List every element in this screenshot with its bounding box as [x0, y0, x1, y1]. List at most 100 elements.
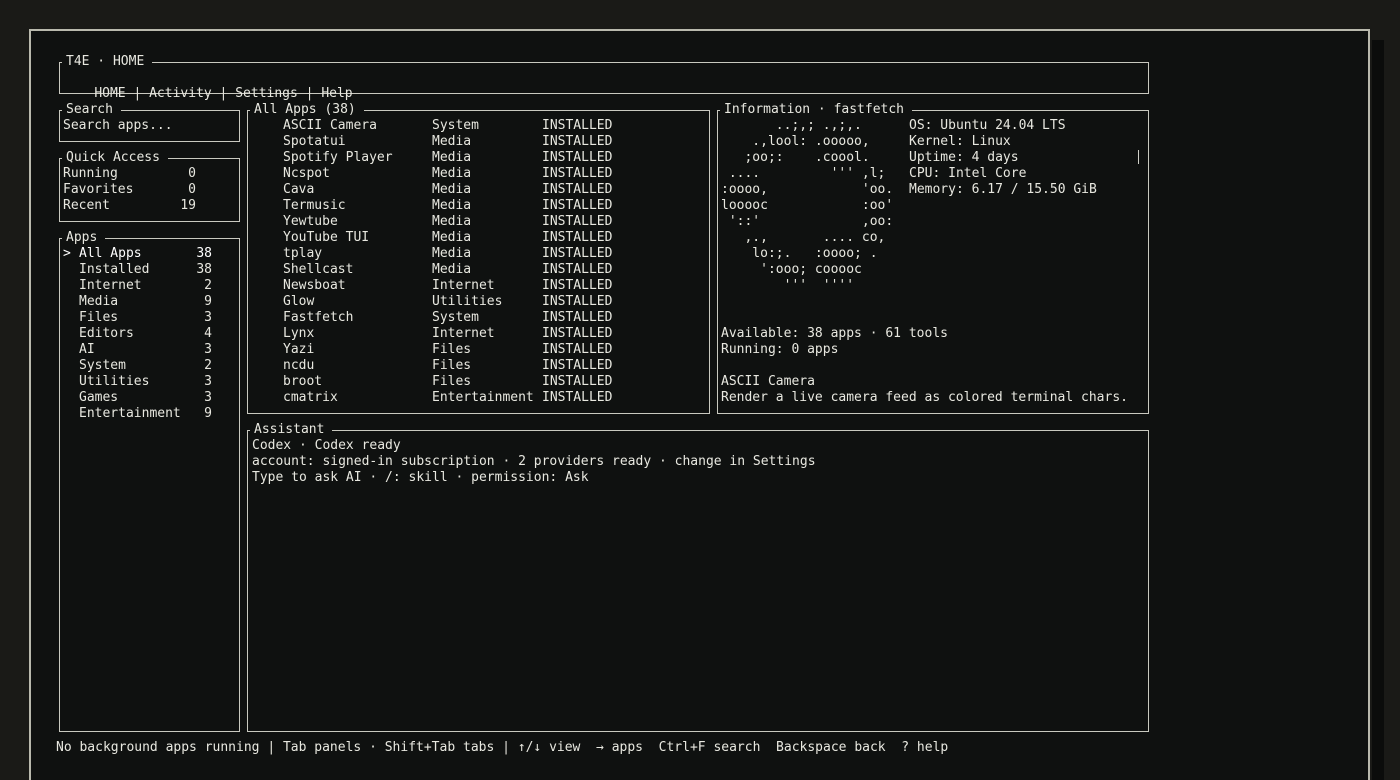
selected-app-description: Render a live camera feed as colored ter…: [721, 390, 1128, 405]
logo-line: ''' '''': [721, 278, 855, 293]
quick-access-running[interactable]: Running 0: [63, 166, 236, 182]
app-name: Cava: [283, 182, 315, 197]
app-name: Termusic: [283, 198, 346, 213]
app-status: INSTALLED: [542, 214, 613, 229]
app-status: INSTALLED: [542, 118, 613, 133]
app-status: INSTALLED: [542, 262, 613, 277]
logo-line: ,., .... co,: [721, 230, 886, 245]
app-row[interactable]: Shellcast Media INSTALLED: [251, 262, 706, 278]
item-label: Running: [63, 166, 118, 181]
tab-help[interactable]: Help: [321, 86, 352, 101]
search-input[interactable]: Search apps...: [63, 118, 173, 134]
sidebar-item-media[interactable]: Media 9: [63, 294, 236, 310]
app-row[interactable]: Spotify Player Media INSTALLED: [251, 150, 706, 166]
sidebar-item-count: 9: [204, 294, 212, 309]
app-category: Media: [432, 214, 472, 229]
app-status: INSTALLED: [542, 230, 613, 245]
app-category: Internet: [432, 278, 495, 293]
sysinfo-line: Memory: 6.17 / 15.50 GiB: [909, 182, 1097, 197]
sidebar-item-count: 3: [204, 390, 212, 405]
assistant-panel[interactable]: Assistant Codex · Codex ready account: s…: [247, 422, 1149, 732]
selection-marker: >: [63, 246, 71, 261]
sidebar-item-internet[interactable]: Internet 2: [63, 278, 236, 294]
sidebar-item-count: 2: [204, 278, 212, 293]
app-row[interactable]: Yazi Files INSTALLED: [251, 342, 706, 358]
app-row[interactable]: Termusic Media INSTALLED: [251, 198, 706, 214]
sidebar-item-label: Installed: [79, 262, 150, 277]
sidebar-item-ai[interactable]: AI 3: [63, 342, 236, 358]
app-row[interactable]: Spotatui Media INSTALLED: [251, 134, 706, 150]
logo-line: ;oo;: .coool.: [721, 150, 870, 165]
assistant-status: Codex · Codex ready: [252, 438, 401, 453]
app-name: Newsboat: [283, 278, 346, 293]
app-name: broot: [283, 374, 323, 389]
sidebar-item-games[interactable]: Games 3: [63, 390, 236, 406]
sidebar-item-label: Editors: [79, 326, 134, 341]
app-status: INSTALLED: [542, 150, 613, 165]
sidebar-item-count: 3: [204, 374, 212, 389]
sidebar-item-files[interactable]: Files 3: [63, 310, 236, 326]
sidebar-item-count: 38: [196, 262, 212, 277]
app-category: Media: [432, 166, 472, 181]
app-name: ASCII Camera: [283, 118, 377, 133]
app-name: Yazi: [283, 342, 315, 357]
sidebar-item-entertainment[interactable]: Entertainment 9: [63, 406, 236, 422]
app-row[interactable]: cmatrix Entertainment INSTALLED: [251, 390, 706, 406]
app-row[interactable]: ncdu Files INSTALLED: [251, 358, 706, 374]
app-category: Entertainment: [432, 390, 534, 405]
header-panel: T4E · HOME HOME | Activity | Settings | …: [59, 54, 1149, 101]
tab-activity[interactable]: Activity: [149, 86, 212, 101]
app-name: Lynx: [283, 326, 315, 341]
tab-settings[interactable]: Settings: [235, 86, 298, 101]
window-scrollbar[interactable]: [1372, 40, 1384, 780]
sidebar-item-system[interactable]: System 2: [63, 358, 236, 374]
app-name: Fastfetch: [283, 310, 354, 325]
selected-app-name: ASCII Camera: [721, 374, 815, 389]
app-status: INSTALLED: [542, 326, 613, 341]
quick-access-favorites[interactable]: Favorites 0: [63, 182, 236, 198]
app-category: Media: [432, 262, 472, 277]
sidebar-item-installed[interactable]: Installed 38: [63, 262, 236, 278]
app-name: Spotatui: [283, 134, 346, 149]
app-status: INSTALLED: [542, 390, 613, 405]
sysinfo-line: Kernel: Linux: [909, 134, 1011, 149]
app-category: Media: [432, 150, 472, 165]
sidebar-item-editors[interactable]: Editors 4: [63, 326, 236, 342]
running-summary: Running: 0 apps: [721, 342, 839, 357]
app-row[interactable]: ASCII Camera System INSTALLED: [251, 118, 706, 134]
sidebar-item-utilities[interactable]: Utilities 3: [63, 374, 236, 390]
sidebar-item-label: Utilities: [79, 374, 150, 389]
app-row[interactable]: tplay Media INSTALLED: [251, 246, 706, 262]
app-status: INSTALLED: [542, 182, 613, 197]
app-name: cmatrix: [283, 390, 338, 405]
app-name: tplay: [283, 246, 323, 261]
app-category: Media: [432, 134, 472, 149]
app-row[interactable]: broot Files INSTALLED: [251, 374, 706, 390]
assistant-prompt-hint[interactable]: Type to ask AI · /: skill · permission: …: [252, 470, 589, 486]
sysinfo-line: OS: Ubuntu 24.04 LTS: [909, 118, 1066, 133]
app-status: INSTALLED: [542, 374, 613, 389]
app-row[interactable]: Cava Media INSTALLED: [251, 182, 706, 198]
app-row[interactable]: Ncspot Media INSTALLED: [251, 166, 706, 182]
app-category: Media: [432, 198, 472, 213]
app-name: Shellcast: [283, 262, 354, 277]
app-row[interactable]: YouTube TUI Media INSTALLED: [251, 230, 706, 246]
app-row[interactable]: Newsboat Internet INSTALLED: [251, 278, 706, 294]
sidebar-item-all-apps[interactable]: > All Apps 38: [63, 246, 236, 262]
app-row[interactable]: Lynx Internet INSTALLED: [251, 326, 706, 342]
app-row[interactable]: Glow Utilities INSTALLED: [251, 294, 706, 310]
quick-access-recent[interactable]: Recent 19: [63, 198, 236, 214]
sidebar-item-count: 3: [204, 342, 212, 357]
app-status: INSTALLED: [542, 246, 613, 261]
app-row[interactable]: Yewtube Media INSTALLED: [251, 214, 706, 230]
available-summary: Available: 38 apps · 61 tools: [721, 326, 948, 341]
item-count: 19: [180, 198, 196, 213]
logo-line: ..;,; .,;,.: [721, 118, 862, 133]
app-row[interactable]: Fastfetch System INSTALLED: [251, 310, 706, 326]
app-category: Media: [432, 246, 472, 261]
sidebar-item-label: AI: [79, 342, 95, 357]
app-name: Glow: [283, 294, 315, 309]
nav-separator: |: [125, 86, 150, 101]
tab-home[interactable]: HOME: [94, 86, 125, 101]
app-status: INSTALLED: [542, 166, 613, 181]
